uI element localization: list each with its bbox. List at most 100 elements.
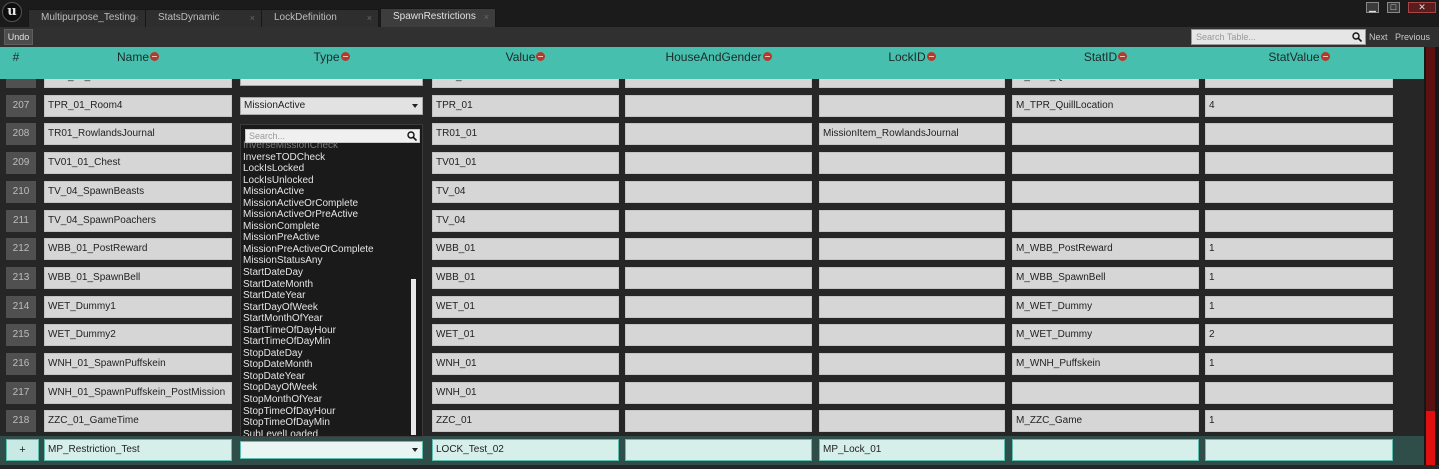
value-field[interactable]: WET_01 (432, 324, 619, 347)
stat-id-field[interactable] (1012, 180, 1199, 203)
lock-id-field[interactable] (819, 94, 1005, 117)
search-table-input[interactable]: Search Table... (1191, 29, 1366, 45)
row-index[interactable]: 214 (6, 295, 36, 318)
table-row[interactable]: 210 TV_04_SpawnBeasts TV_04 (0, 178, 1424, 206)
new-row-lock-field[interactable]: MP_Lock_01 (819, 439, 1005, 461)
table-row[interactable]: 213 WBB_01_SpawnBell WBB_01 M_WBB_SpawnBell… (0, 264, 1424, 292)
dropdown-search-input[interactable]: Search... (245, 129, 420, 143)
stat-id-field[interactable] (1012, 381, 1199, 404)
new-row-house-field[interactable] (625, 439, 812, 461)
stat-value-field[interactable]: 1 (1205, 410, 1393, 433)
tab-close-icon[interactable]: × (484, 9, 489, 25)
name-field[interactable]: WBB_01_PostReward (44, 238, 232, 261)
sort-icon[interactable] (536, 52, 546, 61)
new-row-stat-value-field[interactable] (1205, 439, 1393, 461)
house-field[interactable] (625, 410, 812, 433)
type-option[interactable]: MissionStatusAny (243, 255, 411, 267)
table-row[interactable]: 217 WNH_01_SpawnPuffskein_PostMission WNH_… (0, 379, 1424, 407)
table-row[interactable]: 207 TPR_01_Room4 MissionActive TPR_01 M_TPR_… (0, 92, 1424, 120)
sort-icon[interactable] (1118, 52, 1128, 61)
dropdown-scrollbar-thumb[interactable] (411, 279, 416, 435)
name-field[interactable]: TV_04_SpawnPoachers (44, 209, 232, 232)
stat-value-field[interactable]: 1 (1205, 353, 1393, 375)
type-option[interactable]: StartTimeOfDayHour (243, 325, 411, 337)
type-option[interactable]: MissionComplete (243, 221, 411, 233)
table-row[interactable]: 218 ZZC_01_GameTime ZZC_01 M_ZZC_Game 1 (0, 407, 1424, 435)
type-option[interactable]: SubLevelLoaded (243, 429, 411, 436)
header-lock-id[interactable]: LockID (819, 47, 1005, 79)
search-icon[interactable] (1352, 32, 1362, 42)
name-field[interactable]: WET_Dummy2 (44, 324, 232, 347)
table-row[interactable]: 215 WET_Dummy2 WET_01 M_WET_Dummy 2 (0, 321, 1424, 349)
sort-icon[interactable] (150, 52, 159, 61)
next-button[interactable]: Next (1369, 30, 1388, 44)
table-row[interactable]: 216 WNH_01_SpawnPuffskein WNH_01 M_WNH_Puff… (0, 350, 1424, 378)
house-field[interactable] (625, 324, 812, 347)
value-field[interactable]: ZZC_01 (432, 410, 619, 433)
header-name[interactable]: Name (44, 47, 232, 79)
stat-value-field[interactable] (1205, 209, 1393, 232)
value-field[interactable]: TV_04 (432, 209, 619, 232)
tab-spawn-restrictions[interactable]: SpawnRestrictions × (380, 8, 496, 27)
sort-icon[interactable] (340, 52, 350, 61)
header-stat-id[interactable]: StatID (1012, 47, 1199, 79)
house-field[interactable] (625, 209, 812, 232)
lock-id-field[interactable] (819, 152, 1005, 175)
tab-multipurpose-testing[interactable]: Multipurpose_Testing × (28, 9, 146, 27)
name-field[interactable]: WET_Dummy1 (44, 295, 232, 318)
value-field[interactable]: WBB_01 (432, 238, 619, 261)
type-option[interactable]: StartDateYear (243, 290, 411, 302)
value-field[interactable]: WNH_01 (432, 353, 619, 375)
value-field[interactable]: TR01_01 (432, 123, 619, 146)
row-index[interactable]: 207 (6, 94, 36, 117)
row-index[interactable]: 216 (6, 353, 36, 375)
type-option[interactable]: MissionActiveOrPreActive (243, 209, 411, 221)
house-field[interactable] (625, 381, 812, 404)
tab-close-icon[interactable]: × (367, 10, 372, 26)
lock-id-field[interactable] (819, 209, 1005, 232)
lock-id-field[interactable] (819, 238, 1005, 261)
table-row[interactable]: 212 WBB_01_PostReward WBB_01 M_WBB_PostRewa… (0, 235, 1424, 263)
type-option[interactable]: StartTimeOfDayMin (243, 336, 411, 348)
stat-value-field[interactable]: 1 (1205, 266, 1393, 289)
type-option[interactable]: MissionActiveOrComplete (243, 198, 411, 210)
row-index[interactable]: 211 (6, 209, 36, 232)
name-field[interactable]: TV_04_SpawnBeasts (44, 180, 232, 203)
row-index[interactable]: 212 (6, 238, 36, 261)
header-type[interactable]: Type (240, 47, 423, 79)
name-field[interactable]: TR01_RowlandsJournal (44, 123, 232, 146)
value-field[interactable]: WET_01 (432, 295, 619, 318)
row-index[interactable]: 215 (6, 324, 36, 347)
type-option[interactable]: StartDateDay (243, 267, 411, 279)
row-index[interactable]: 218 (6, 410, 36, 433)
stat-value-field[interactable] (1205, 180, 1393, 203)
table-row[interactable]: 208 TR01_RowlandsJournal TR01_01 MissionIte… (0, 120, 1424, 148)
lock-id-field[interactable] (819, 381, 1005, 404)
tab-lock-definition[interactable]: LockDefinition × (261, 9, 379, 27)
type-option[interactable]: StopDateDay (243, 348, 411, 360)
stat-value-field[interactable] (1205, 123, 1393, 146)
type-option[interactable]: InverseTODCheck (243, 152, 411, 164)
stat-value-field[interactable]: 1 (1205, 238, 1393, 261)
name-field[interactable]: TPR_01_Room4 (44, 94, 232, 117)
type-select[interactable]: MissionActive (240, 96, 423, 115)
lock-id-field[interactable] (819, 324, 1005, 347)
house-field[interactable] (625, 266, 812, 289)
row-index[interactable]: 210 (6, 180, 36, 203)
house-field[interactable] (625, 295, 812, 318)
type-option[interactable]: StopDateYear (243, 371, 411, 383)
stat-id-field[interactable]: M_WBB_SpawnBell (1012, 266, 1199, 289)
value-field[interactable]: WBB_01 (432, 266, 619, 289)
sort-icon[interactable] (1320, 52, 1330, 61)
tab-close-icon[interactable]: × (250, 10, 255, 26)
row-index[interactable]: 213 (6, 266, 36, 289)
name-field[interactable]: WBB_01_SpawnBell (44, 266, 232, 289)
value-field[interactable]: WNH_01 (432, 381, 619, 404)
row-index[interactable]: 208 (6, 123, 36, 146)
type-option[interactable]: LockIsUnlocked (243, 175, 411, 187)
row-index[interactable]: 217 (6, 381, 36, 404)
type-option[interactable]: StartMonthOfYear (243, 313, 411, 325)
name-field[interactable]: WNH_01_SpawnPuffskein (44, 353, 232, 375)
new-row-value-field[interactable]: LOCK_Test_02 (432, 439, 619, 461)
lock-id-field[interactable] (819, 266, 1005, 289)
